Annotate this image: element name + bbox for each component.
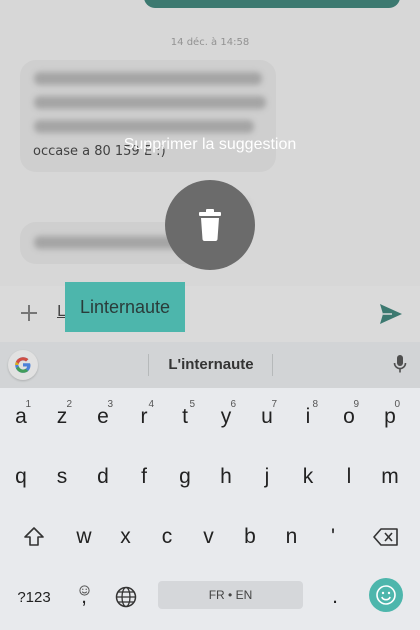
period-key[interactable]: . [315,574,355,620]
delete-suggestion-hint: Supprimer la suggestion [123,136,297,153]
emoji-hint-icon [79,578,90,602]
mic-icon[interactable] [388,352,412,378]
key-label: t [182,405,188,428]
blurred-text-line [34,96,266,109]
key-h[interactable]: h [206,454,246,500]
key-y[interactable]: 6y [206,394,246,440]
key-o[interactable]: 9o [329,394,369,440]
divider [272,354,273,376]
key-hint: 8 [312,399,318,410]
key-x[interactable]: x [106,514,146,560]
shift-key[interactable] [14,514,54,560]
key-hint: 0 [394,399,400,410]
key-v[interactable]: v [189,514,229,560]
key-s[interactable]: s [42,454,82,500]
key-hint: 4 [148,399,154,410]
key-apostrophe[interactable]: ' [313,514,353,560]
backspace-key[interactable] [366,514,406,560]
key-i[interactable]: 8i [288,394,328,440]
suggestion-word[interactable]: L'internaute [150,356,272,373]
key-u[interactable]: 7u [247,394,287,440]
space-bar[interactable]: FR • EN [158,581,303,609]
key-label: i [305,405,311,428]
key-label: r [140,405,148,428]
key-f[interactable]: f [124,454,164,500]
divider [148,354,149,376]
key-t[interactable]: 5t [165,394,205,440]
google-g-icon[interactable] [8,350,38,380]
keyboard: 1a2z3e4r5t6y7u8i9o0p qsdfghjklm w x c v b n ' … [0,388,420,630]
key-hint: 6 [230,399,236,410]
key-b[interactable]: b [230,514,270,560]
message-timestamp: 14 déc. à 14:58 [170,37,250,48]
blurred-text-line [34,72,262,85]
key-j[interactable]: j [247,454,287,500]
key-e[interactable]: 3e [83,394,123,440]
key-hint: 1 [25,399,31,410]
dragged-suggestion-chip[interactable]: Linternaute [65,282,185,332]
key-hint: 5 [189,399,195,410]
key-m[interactable]: m [370,454,410,500]
send-icon[interactable] [376,300,406,328]
key-k[interactable]: k [288,454,328,500]
symbols-key[interactable]: ?123 [12,574,56,620]
key-q[interactable]: q [1,454,41,500]
comma-key[interactable]: , [64,574,104,620]
key-hint: 3 [107,399,113,410]
key-p[interactable]: 0p [370,394,410,440]
plus-icon[interactable] [16,300,42,326]
compose-bar: L [0,286,420,342]
emoji-icon[interactable] [369,578,403,612]
received-message-bubble[interactable]: occase a 80 159 E :) [20,60,276,172]
blurred-text-line [34,120,254,133]
sent-message-bubble[interactable] [144,0,400,8]
key-c[interactable]: c [147,514,187,560]
key-hint: 2 [66,399,72,410]
key-a[interactable]: 1a [1,394,41,440]
language-globe-icon[interactable] [106,574,146,620]
key-w[interactable]: w [64,514,104,560]
key-l[interactable]: l [329,454,369,500]
key-r[interactable]: 4r [124,394,164,440]
key-g[interactable]: g [165,454,205,500]
key-hint: 7 [271,399,277,410]
trash-icon[interactable] [165,180,255,270]
key-z[interactable]: 2z [42,394,82,440]
key-n[interactable]: n [272,514,312,560]
key-d[interactable]: d [83,454,123,500]
key-hint: 9 [353,399,359,410]
suggestion-strip: L'internaute [0,342,420,388]
